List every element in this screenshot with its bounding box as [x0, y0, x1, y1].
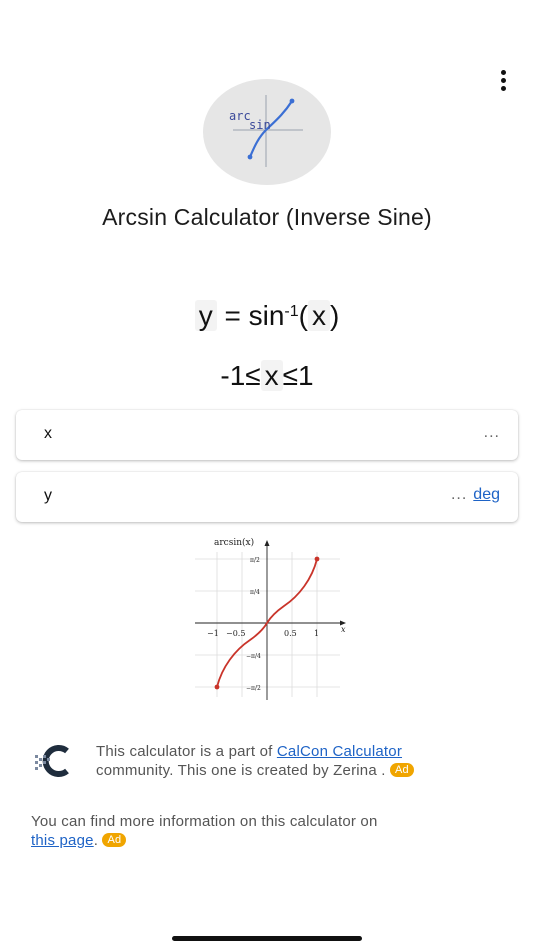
y-input-field[interactable]: y ... deg [16, 472, 518, 522]
ad-badge[interactable]: Ad [390, 763, 414, 777]
this-page-link[interactable]: this page [31, 832, 94, 849]
calcon-link[interactable]: CalCon Calculator [277, 743, 402, 760]
graph-ylabel: arcsin(x) [214, 537, 254, 548]
ytick-label: π/4 [250, 589, 260, 596]
x-field-label: x [44, 425, 52, 442]
domain-range: -1≤ x ≤1 [0, 360, 534, 392]
xtick-label: 1 [314, 629, 319, 638]
xtick-label: −0.5 [226, 629, 245, 638]
y-field-label: y [44, 487, 52, 504]
arcsin-graph: arcsin(x) x −1 −0.5 0.5 1 π/2 π/4 −π/4 −… [190, 532, 350, 702]
community-text-author: community. This one is created by Zerina… [96, 762, 386, 779]
community-text: This calculator is a part of [96, 743, 273, 760]
more-vertical-icon[interactable] [493, 68, 513, 94]
range-low: -1 [220, 360, 246, 391]
xtick-label: 0.5 [284, 629, 297, 638]
calcon-logo-icon [35, 745, 69, 777]
range-high: 1 [298, 360, 314, 391]
formula-eq: = [224, 300, 241, 331]
formula-x: x [307, 300, 330, 331]
logo-text-sin: sin [249, 118, 271, 132]
y-field-value[interactable]: ... [451, 486, 467, 503]
range-le1: ≤ [245, 360, 261, 391]
ad-badge[interactable]: Ad [102, 833, 127, 847]
formula-close: ) [329, 300, 340, 331]
x-field-value[interactable]: ... [484, 424, 500, 442]
formula-y: y [194, 300, 217, 331]
page-title: Arcsin Calculator (Inverse Sine) [102, 204, 432, 230]
xtick-label: −1 [207, 629, 219, 638]
more-info-text: You can find more information on this ca… [31, 813, 378, 830]
home-indicator [172, 936, 362, 941]
arcsin-logo-icon: arc sin [203, 79, 331, 185]
more-info: You can find more information on this ca… [31, 812, 501, 850]
ytick-label: π/2 [250, 557, 260, 564]
ytick-label: −π/2 [246, 685, 261, 692]
community-info: This calculator is a part of CalCon Calc… [33, 742, 503, 786]
formula-exponent: -1 [284, 303, 299, 320]
graph-xlabel: x [341, 625, 346, 634]
unit-selector-link[interactable]: deg [473, 486, 500, 503]
more-info-suffix: . [93, 832, 99, 849]
formula-open: ( [298, 300, 308, 331]
range-le2: ≤ [282, 360, 299, 391]
formula: y = sin-1(x) [0, 300, 534, 332]
range-x: x [260, 360, 283, 391]
ytick-label: −π/4 [246, 653, 261, 660]
logo-text-arc: arc [229, 109, 251, 123]
x-input-field[interactable]: x ... [16, 410, 518, 460]
formula-fn: sin [248, 300, 285, 331]
